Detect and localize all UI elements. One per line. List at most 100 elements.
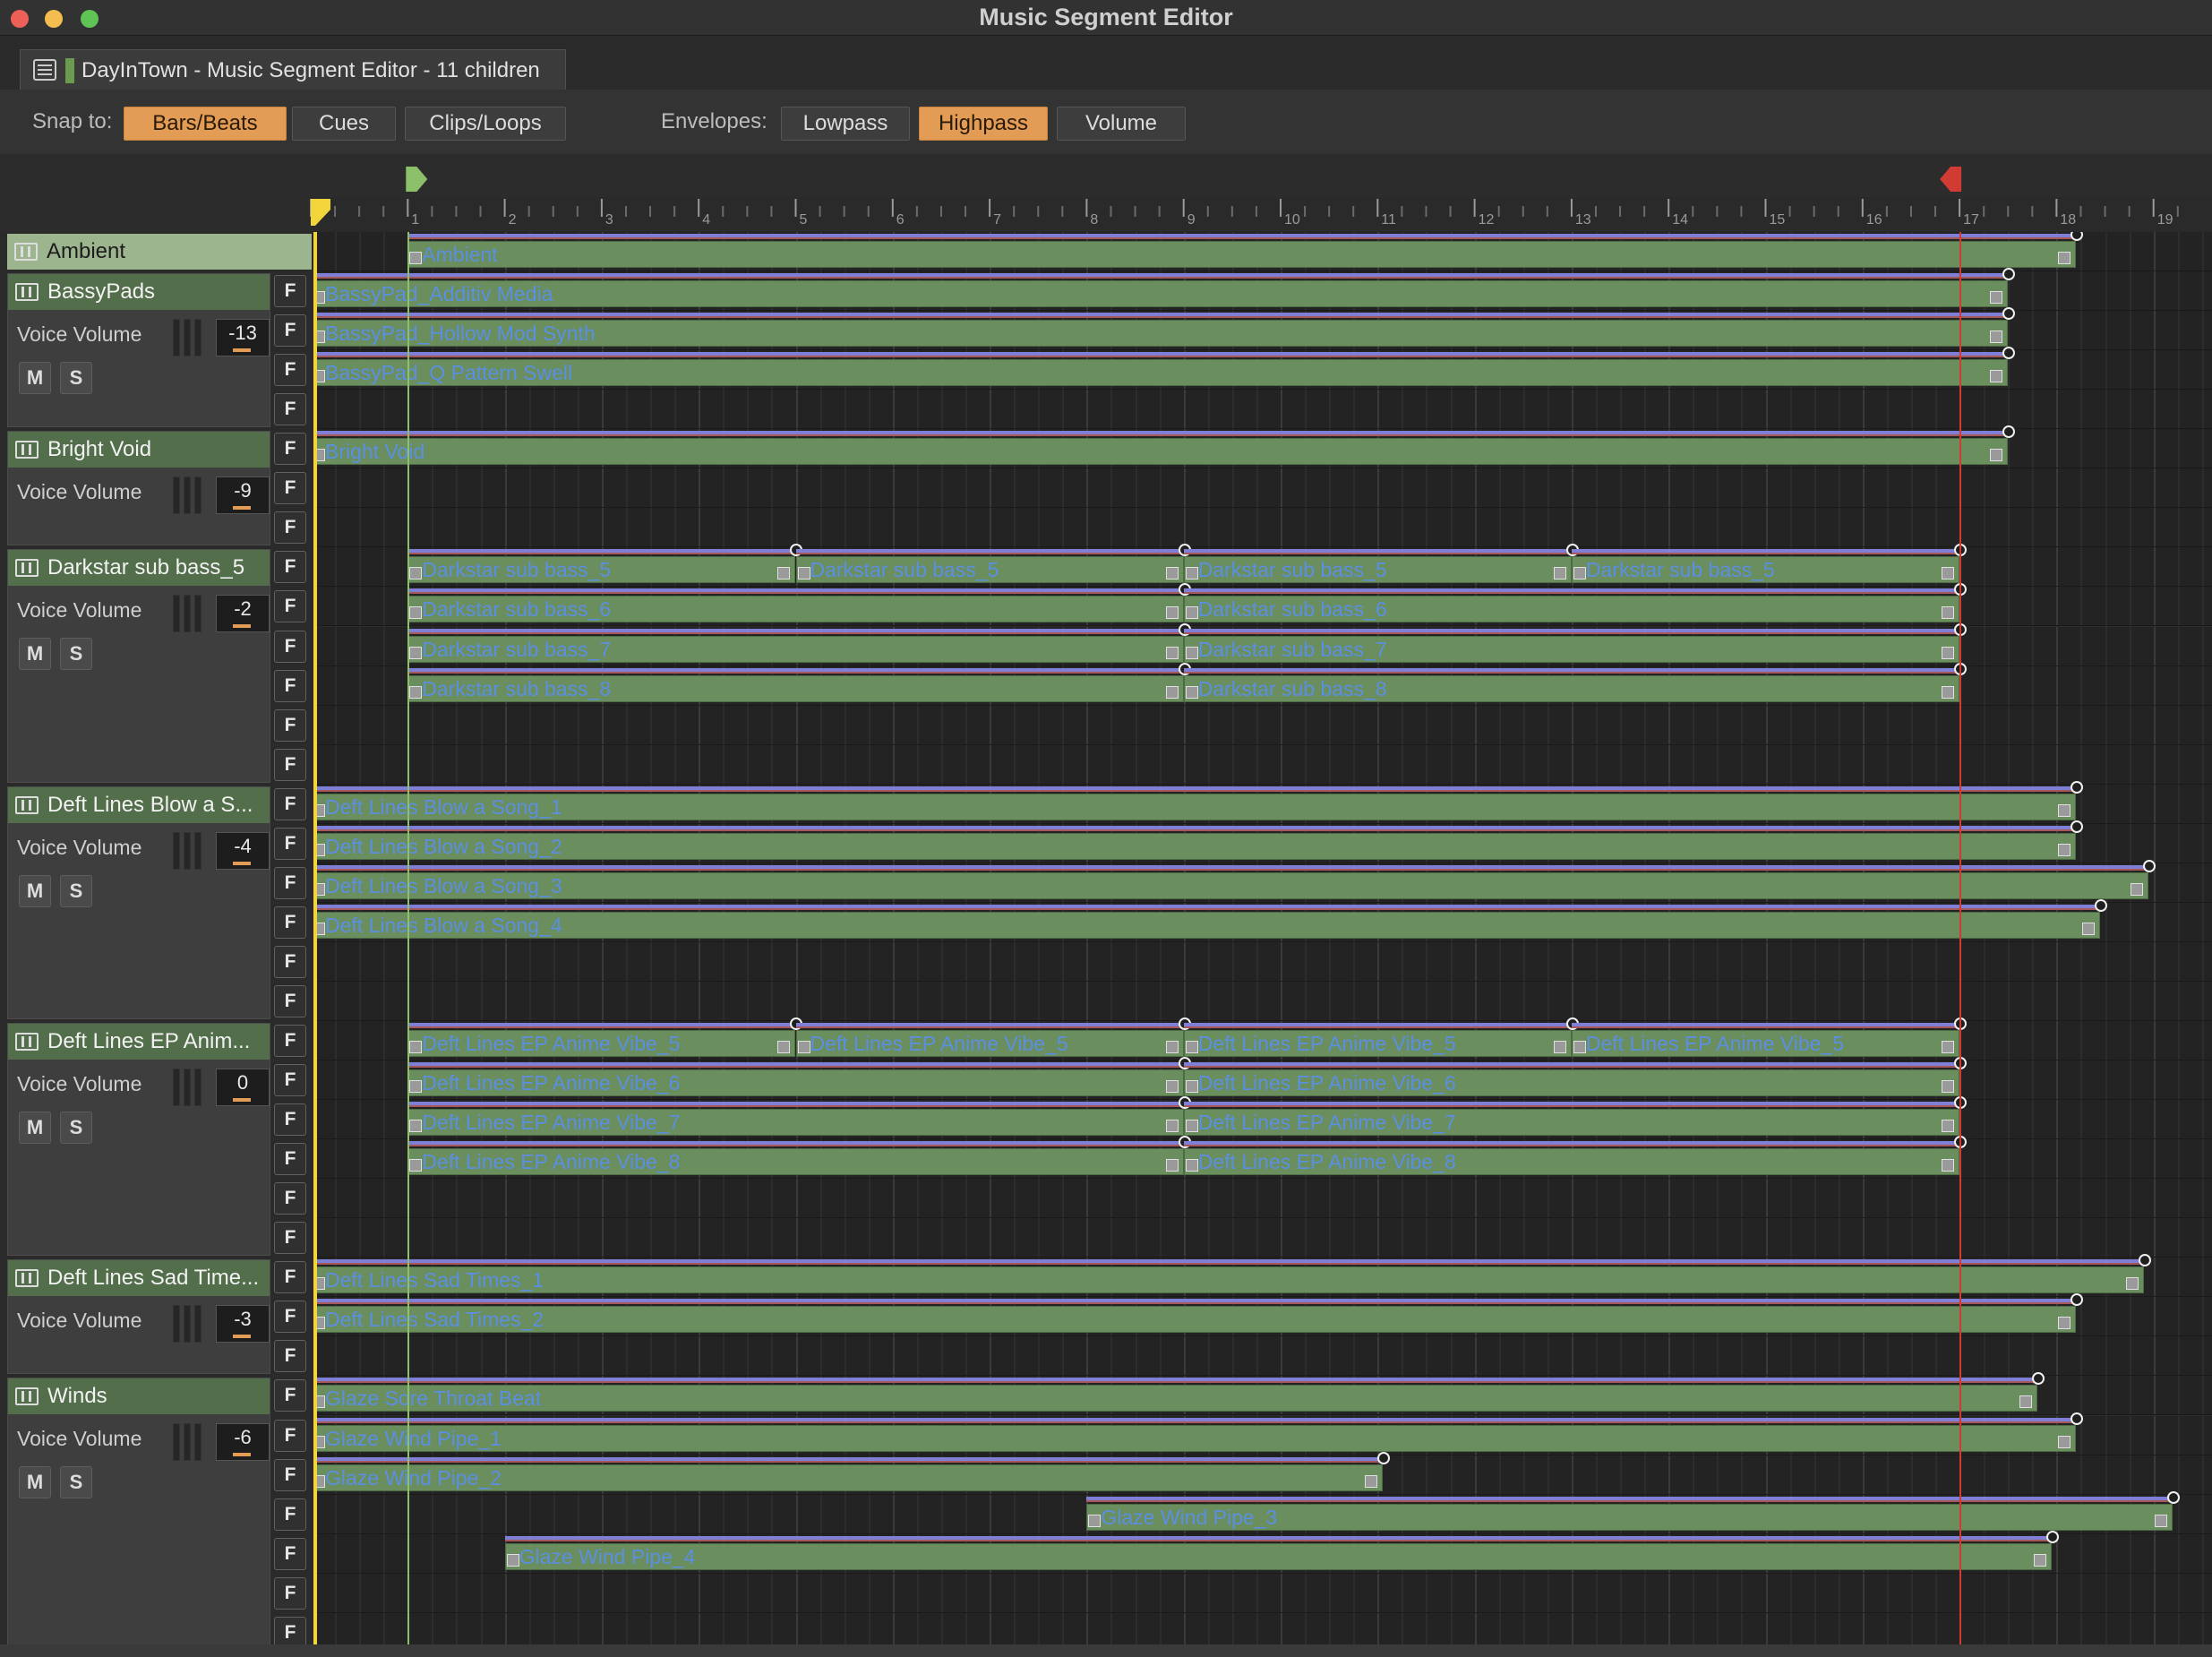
music-clip[interactable]: Deft Lines EP Anime Vibe_5 — [795, 1017, 1191, 1057]
clip-end-handle-icon[interactable] — [1990, 331, 2003, 344]
fx-button[interactable]: F — [274, 275, 306, 308]
fx-button[interactable]: F — [274, 1222, 306, 1255]
fx-button[interactable]: F — [274, 354, 306, 387]
music-clip[interactable]: Darkstar sub bass_6 — [1183, 583, 1968, 623]
clip-start-handle-icon[interactable] — [1088, 1514, 1102, 1527]
clip-end-handle-icon[interactable] — [1990, 291, 2003, 305]
fx-button[interactable]: F — [274, 1064, 306, 1097]
music-clip[interactable]: BassyPad_Additiv Media — [313, 268, 2016, 308]
fx-button[interactable]: F — [274, 1458, 306, 1491]
fx-button[interactable]: F — [274, 393, 306, 426]
clip-start-handle-icon[interactable] — [1185, 1080, 1198, 1094]
clip-start-handle-icon[interactable] — [409, 1080, 423, 1094]
clip-start-handle-icon[interactable] — [409, 252, 423, 264]
music-clip[interactable]: Deft Lines EP Anime Vibe_7 — [1183, 1096, 1968, 1137]
clip-end-handle-icon[interactable] — [1165, 567, 1179, 580]
fx-button[interactable]: F — [274, 551, 306, 584]
solo-button[interactable]: S — [60, 638, 92, 671]
fx-button[interactable]: F — [274, 630, 306, 663]
track-row[interactable] — [313, 390, 2212, 430]
clip-start-handle-icon[interactable] — [409, 1159, 423, 1172]
timeline-ruler[interactable]: 1 2 3 4 5 6 7 8 9 10 11 12 13 14 15 16 17 18 19 — [0, 154, 2212, 232]
music-clip[interactable]: Darkstar sub bass_5 — [1571, 544, 1968, 584]
music-clip[interactable]: Deft Lines EP Anime Vibe_6 — [1183, 1057, 1968, 1097]
clip-fade-point-icon[interactable] — [1376, 1451, 1390, 1464]
clip-end-handle-icon[interactable] — [2058, 843, 2071, 856]
fx-button[interactable]: F — [274, 669, 306, 702]
fx-button[interactable]: F — [274, 314, 306, 348]
music-clip[interactable]: Glaze Wind Pipe_4 — [504, 1530, 2059, 1570]
clip-end-handle-icon[interactable] — [1942, 567, 1955, 580]
clip-end-handle-icon[interactable] — [1165, 606, 1179, 620]
track-row[interactable] — [313, 1336, 2212, 1377]
music-clip[interactable]: Darkstar sub bass_5 — [795, 544, 1191, 584]
clip-start-handle-icon[interactable] — [409, 1120, 423, 1133]
music-clip[interactable]: Deft Lines Sad Times_2 — [313, 1293, 2084, 1334]
music-clip[interactable]: Glaze Sore Throat Beat — [313, 1372, 2045, 1412]
fx-button[interactable]: F — [274, 472, 306, 505]
voice-volume-field[interactable]: -6 — [216, 1423, 270, 1462]
music-clip[interactable]: Darkstar sub bass_6 — [407, 583, 1191, 623]
group-header[interactable]: Darkstar sub bass_5 — [8, 550, 270, 587]
music-clip[interactable]: Bright Void — [313, 425, 2016, 466]
solo-button[interactable]: S — [60, 1466, 92, 1499]
music-clip[interactable]: Glaze Wind Pipe_3 — [1086, 1490, 2181, 1531]
track-row[interactable] — [313, 941, 2212, 982]
horizontal-scrollbar[interactable] — [0, 1644, 2212, 1657]
clip-end-handle-icon[interactable] — [1553, 567, 1566, 580]
clip-end-handle-icon[interactable] — [1942, 685, 1955, 699]
music-clip[interactable]: Darkstar sub bass_7 — [1183, 622, 1968, 663]
music-clip[interactable]: Deft Lines EP Anime Vibe_8 — [407, 1136, 1191, 1176]
track-row[interactable] — [313, 1218, 2212, 1258]
clip-fade-point-icon[interactable] — [2045, 1530, 2059, 1543]
music-clip[interactable]: BassyPad_Hollow Mod Synth — [313, 307, 2016, 348]
group-header[interactable]: Bright Void — [8, 432, 270, 468]
music-clip[interactable]: Ambient — [407, 232, 2084, 268]
music-clip[interactable]: Deft Lines EP Anime Vibe_8 — [1183, 1136, 1968, 1176]
music-clip[interactable]: Deft Lines EP Anime Vibe_6 — [407, 1057, 1191, 1097]
clip-end-handle-icon[interactable] — [2155, 1514, 2168, 1527]
clip-end-handle-icon[interactable] — [1165, 646, 1179, 659]
fx-button[interactable]: F — [274, 1143, 306, 1176]
fx-button[interactable]: F — [274, 906, 306, 939]
solo-button[interactable]: S — [60, 362, 92, 395]
clip-end-handle-icon[interactable] — [1553, 1041, 1566, 1053]
track-row[interactable] — [313, 705, 2212, 745]
clip-start-handle-icon[interactable] — [1185, 685, 1198, 699]
clip-end-handle-icon[interactable] — [2082, 922, 2096, 935]
voice-volume-field[interactable]: -13 — [216, 319, 270, 357]
fx-button[interactable]: F — [274, 1379, 306, 1412]
clip-fade-point-icon[interactable] — [2071, 780, 2084, 794]
music-clip[interactable]: Deft Lines EP Anime Vibe_5 — [407, 1017, 803, 1057]
clip-start-handle-icon[interactable] — [1573, 1041, 1586, 1053]
music-clip[interactable]: Deft Lines Blow a Song_2 — [313, 820, 2084, 860]
clip-end-handle-icon[interactable] — [1364, 1474, 1377, 1488]
clip-start-handle-icon[interactable] — [797, 567, 810, 580]
clip-start-handle-icon[interactable] — [409, 646, 423, 659]
group-header[interactable]: Deft Lines Blow a S... — [8, 786, 270, 823]
track-row[interactable] — [313, 1573, 2212, 1613]
clip-end-handle-icon[interactable] — [1942, 1041, 1955, 1053]
music-clip[interactable]: Deft Lines Blow a Song_3 — [313, 859, 2156, 899]
clip-start-handle-icon[interactable] — [1185, 1159, 1198, 1172]
snap-clips-loops-button[interactable]: Clips/Loops — [405, 107, 566, 141]
clip-end-handle-icon[interactable] — [1990, 370, 2003, 383]
fx-button[interactable]: F — [274, 1182, 306, 1215]
music-clip[interactable]: Deft Lines EP Anime Vibe_7 — [407, 1096, 1191, 1137]
fx-button[interactable]: F — [274, 1419, 306, 1452]
clip-end-handle-icon[interactable] — [2058, 1435, 2071, 1448]
group-header[interactable]: Deft Lines EP Anim... — [8, 1024, 270, 1060]
fx-button[interactable]: F — [274, 1103, 306, 1137]
music-clip[interactable]: Deft Lines Sad Times_1 — [313, 1254, 2151, 1294]
clip-end-handle-icon[interactable] — [1942, 646, 1955, 659]
clip-fade-point-icon[interactable] — [2071, 820, 2084, 833]
clip-end-handle-icon[interactable] — [1165, 1041, 1179, 1053]
clip-end-handle-icon[interactable] — [2058, 1317, 2071, 1330]
fx-button[interactable]: F — [274, 590, 306, 623]
fx-button[interactable]: F — [274, 827, 306, 860]
fx-button[interactable]: F — [274, 511, 306, 545]
voice-volume-field[interactable]: -3 — [216, 1305, 270, 1344]
clip-end-handle-icon[interactable] — [1942, 1080, 1955, 1094]
music-clip[interactable]: Deft Lines Blow a Song_1 — [313, 780, 2084, 820]
fx-button[interactable]: F — [274, 1537, 306, 1570]
